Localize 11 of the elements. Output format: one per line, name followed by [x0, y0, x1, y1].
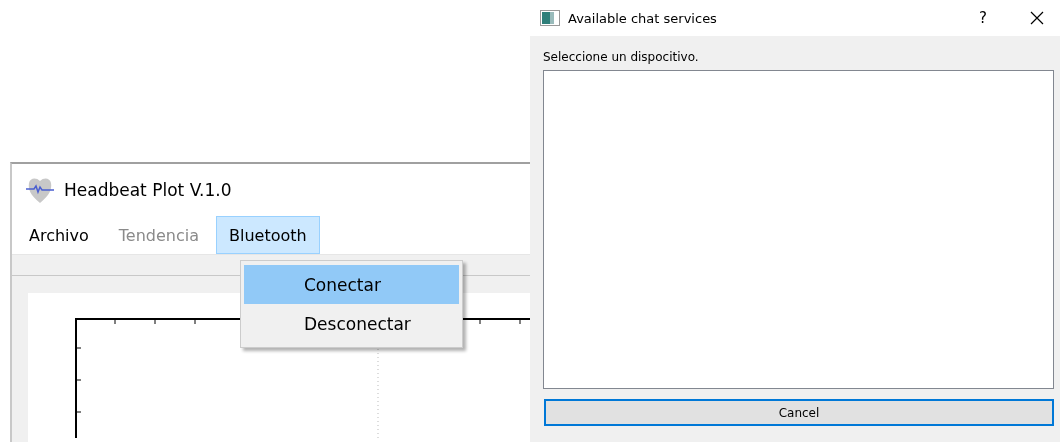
- menu-item[interactable]: Bluetooth: [216, 216, 320, 254]
- prompt-label: Seleccione un dispocitivo.: [543, 50, 699, 64]
- dialog-title: Available chat services: [568, 10, 718, 26]
- cancel-button[interactable]: Cancel: [544, 399, 1054, 426]
- menu-item[interactable]: Archivo: [16, 216, 102, 254]
- menu-option[interactable]: Desconectar: [244, 304, 459, 343]
- close-icon: [1030, 11, 1044, 25]
- help-button[interactable]: ?: [960, 0, 1006, 36]
- window-icon: [540, 10, 560, 26]
- menu-option[interactable]: Conectar: [244, 265, 459, 304]
- window-title: Headbeat Plot V.1.0: [64, 180, 232, 200]
